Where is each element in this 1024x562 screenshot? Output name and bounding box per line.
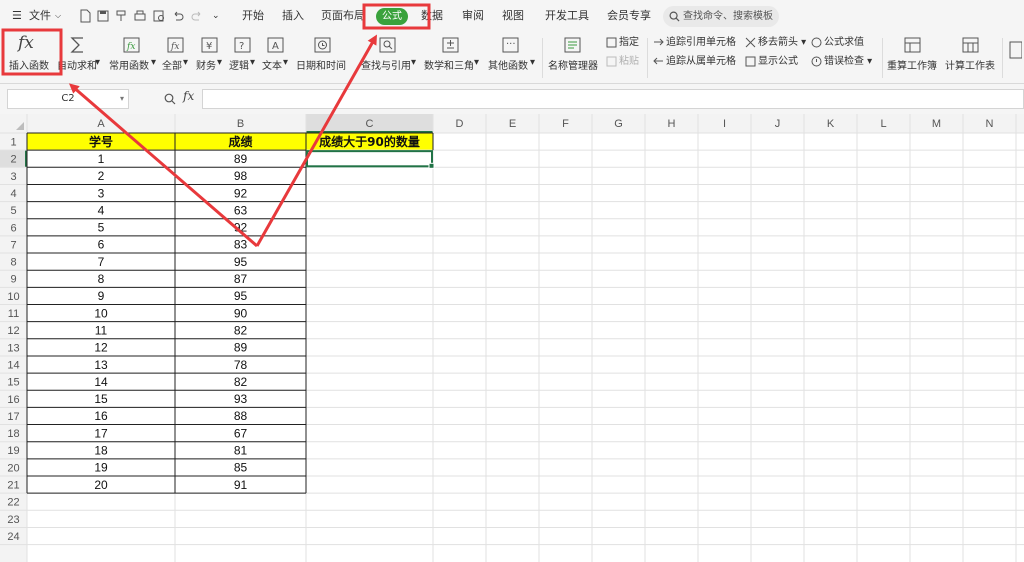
highlight-insert-function <box>1 28 63 76</box>
highlight-formulas-tab <box>362 3 431 30</box>
spreadsheet-app: ☰ 文件 ⌵ ⌄ 开始 插入 页面布局 公式 数据 审阅 视图 开发工具 会员专… <box>0 0 1024 562</box>
annotation-layer <box>1 3 431 248</box>
arrow-to-formulas-tab <box>255 34 377 247</box>
arrow-to-insert-function <box>68 83 258 248</box>
